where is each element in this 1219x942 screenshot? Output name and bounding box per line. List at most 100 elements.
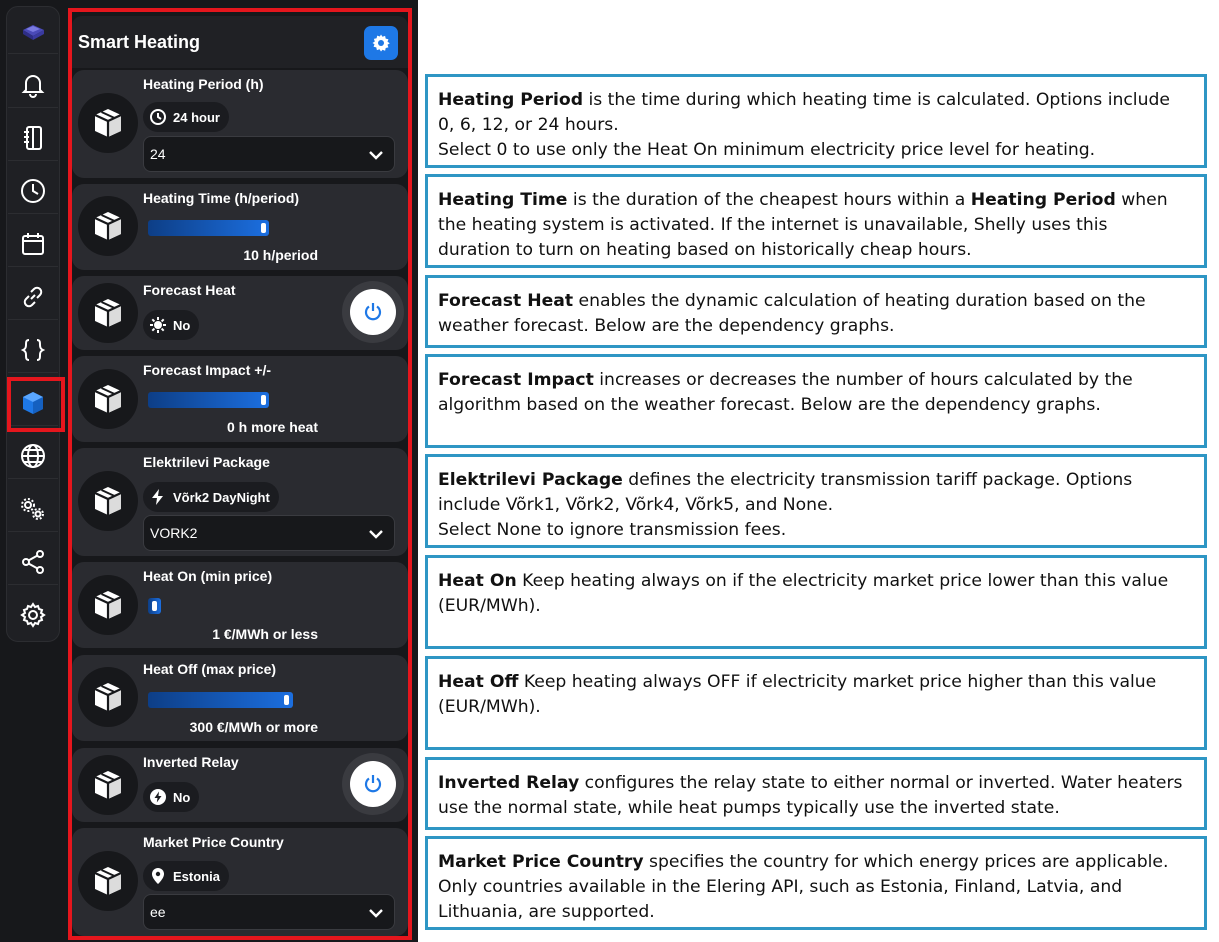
desc-term: Elektrilevi Package xyxy=(438,470,623,490)
desc-forecast-impact: Forecast Impact increases or decreases t… xyxy=(425,354,1207,448)
desc-line: duration to turn on heating based on his… xyxy=(438,240,972,260)
heat-off-slider[interactable] xyxy=(148,692,293,708)
inverted-relay-chip: No xyxy=(143,782,200,812)
slider-value: 0 h more heat xyxy=(226,419,318,435)
desc-line: Heating Period is the time during which … xyxy=(438,88,1194,113)
heat-on-slider[interactable] xyxy=(148,598,161,614)
desc-term: Market Price Country xyxy=(438,852,644,872)
desc-line: Forecast Heat enables the dynamic calcul… xyxy=(438,289,1194,314)
sun-icon xyxy=(150,317,166,333)
rail-links[interactable] xyxy=(8,274,58,320)
desc-term: Heat On xyxy=(438,571,517,591)
card-forecast-heat: Forecast Heat No xyxy=(72,276,408,350)
desc-line: Lithuania, are supported. xyxy=(438,902,655,922)
slider-value: 10 h/period xyxy=(243,247,318,263)
power-button[interactable] xyxy=(350,761,396,807)
box-icon xyxy=(78,667,138,727)
chevron-down-icon xyxy=(369,909,383,918)
desc-line: Elektrilevi Package defines the electric… xyxy=(438,468,1194,493)
desc-line: algorithm based on the weather forecast.… xyxy=(438,395,1101,415)
card-title: Forecast Heat xyxy=(143,282,236,298)
gear-icon xyxy=(372,34,390,52)
desc-line: Inverted Relay configures the relay stat… xyxy=(438,771,1194,796)
desc-text: Keep heating always on if the electricit… xyxy=(516,571,1169,591)
market-country-select[interactable]: ee xyxy=(143,894,395,930)
chip-label: Võrk2 DayNight xyxy=(173,489,270,505)
card-title: Market Price Country xyxy=(143,834,284,850)
desc-text: is the time during which heating time is… xyxy=(583,90,1170,110)
box-icon xyxy=(78,575,138,635)
logo-icon xyxy=(23,24,44,40)
map-pin-icon xyxy=(152,868,164,884)
heating-time-slider[interactable] xyxy=(148,220,269,236)
desc-text: when xyxy=(1115,190,1168,210)
card-heat-on: Heat On (min price) 1 €/MWh or less xyxy=(72,562,408,648)
slider-thumb[interactable] xyxy=(261,223,266,233)
settings-button[interactable] xyxy=(364,26,398,60)
heating-period-select[interactable]: 24 xyxy=(143,136,395,172)
box-icon xyxy=(78,755,138,815)
desc-text: configures the relay state to either nor… xyxy=(579,773,1183,793)
rail-active-highlight xyxy=(7,377,65,432)
forecast-heat-toggle[interactable] xyxy=(342,281,404,343)
desc-term: Heat Off xyxy=(438,672,519,692)
inverted-relay-toggle[interactable] xyxy=(342,753,404,815)
link-icon xyxy=(23,286,43,307)
rail-share[interactable] xyxy=(8,539,58,585)
market-country-chip: Estonia xyxy=(143,861,229,891)
desc-line: Select 0 to use only the Heat On minimum… xyxy=(438,140,1096,160)
card-forecast-impact: Forecast Impact +/- 0 h more heat xyxy=(72,356,408,442)
box-icon xyxy=(78,471,138,531)
desc-line: (EUR/MWh). xyxy=(438,697,541,717)
rail-schedule[interactable] xyxy=(8,221,58,267)
rail-notebook[interactable] xyxy=(8,115,58,161)
page-title: Smart Heating xyxy=(78,32,201,52)
rail-settings[interactable] xyxy=(8,592,58,638)
rail-advanced[interactable] xyxy=(8,486,58,532)
chip-label: 24 hour xyxy=(173,109,220,125)
panel-header: Smart Heating xyxy=(72,16,408,68)
rail-notifications[interactable] xyxy=(8,62,58,108)
desc-heating-period: Heating Period is the time during which … xyxy=(425,74,1207,168)
power-button[interactable] xyxy=(350,289,396,335)
select-value: VORK2 xyxy=(150,525,198,541)
forecast-impact-slider[interactable] xyxy=(148,392,269,408)
desc-line: 0, 6, 12, or 24 hours. xyxy=(438,115,619,135)
desc-line: Market Price Country specifies the count… xyxy=(438,850,1194,875)
desc-line: weather forecast. Below are the dependen… xyxy=(438,316,895,336)
box-icon xyxy=(78,851,138,911)
slider-thumb[interactable] xyxy=(284,695,289,705)
slider-thumb[interactable] xyxy=(152,601,157,611)
chip-label: No xyxy=(173,317,191,333)
desc-line: (EUR/MWh). xyxy=(438,596,541,616)
settings-icon xyxy=(20,602,46,628)
desc-line: Select None to ignore transmission fees. xyxy=(438,520,787,540)
rail-network[interactable] xyxy=(8,433,58,479)
app-logo[interactable] xyxy=(8,8,58,54)
card-elektrilevi-package: Elektrilevi Package Võrk2 DayNight VORK2 xyxy=(72,448,408,556)
chip-label: No xyxy=(173,789,191,805)
power-icon xyxy=(364,303,382,321)
rail-history[interactable] xyxy=(8,168,58,214)
desc-text: increases or decreases the number of hou… xyxy=(593,370,1133,390)
desc-line: Forecast Impact increases or decreases t… xyxy=(438,368,1194,393)
desc-inverted-relay: Inverted Relay configures the relay stat… xyxy=(425,757,1207,830)
calendar-icon xyxy=(22,232,44,255)
desc-line: use the normal state, while heat pumps t… xyxy=(438,798,1060,818)
box-icon xyxy=(78,369,138,429)
slider-thumb[interactable] xyxy=(261,395,266,405)
desc-text: Keep heating always OFF if electricity m… xyxy=(518,672,1157,692)
box-icon xyxy=(78,283,138,343)
desc-term: Forecast Heat xyxy=(438,291,574,311)
rail-scripts[interactable] xyxy=(8,327,58,373)
elektrilevi-select[interactable]: VORK2 xyxy=(143,515,395,551)
card-inverted-relay: Inverted Relay No xyxy=(72,748,408,822)
heating-period-chip: 24 hour xyxy=(143,102,229,132)
desc-text: enables the dynamic calculation of heati… xyxy=(573,291,1146,311)
desc-heat-off: Heat Off Keep heating always OFF if elec… xyxy=(425,656,1207,750)
desc-heat-on: Heat On Keep heating always on if the el… xyxy=(425,555,1207,649)
icon-rail xyxy=(0,0,66,942)
desc-line: Only countries available in the Elering … xyxy=(438,877,1123,897)
card-heating-time: Heating Time (h/period) 10 h/period xyxy=(72,184,408,270)
bell-icon xyxy=(21,74,45,98)
